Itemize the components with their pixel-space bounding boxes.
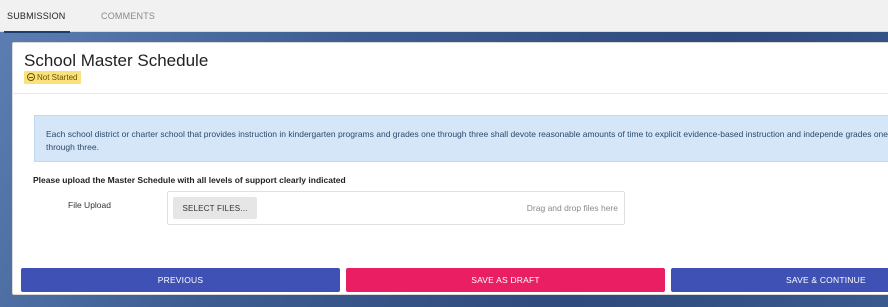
select-files-button[interactable]: SELECT FILES... bbox=[173, 197, 257, 219]
save-as-draft-button[interactable]: SAVE AS DRAFT bbox=[346, 268, 665, 292]
save-and-continue-button[interactable]: SAVE & CONTINUE bbox=[671, 268, 888, 292]
tab-comments[interactable]: COMMENTS bbox=[101, 0, 155, 32]
drop-hint: Drag and drop files here bbox=[526, 203, 618, 213]
tab-submission[interactable]: SUBMISSION bbox=[4, 0, 70, 33]
tab-bar: SUBMISSION COMMENTS bbox=[0, 0, 888, 33]
submission-card: School Master Schedule Not Started Each … bbox=[12, 42, 888, 295]
info-text: Each school district or charter school t… bbox=[46, 129, 888, 152]
upload-heading: Please upload the Master Schedule with a… bbox=[33, 175, 346, 185]
file-dropzone[interactable]: SELECT FILES... Drag and drop files here bbox=[167, 191, 625, 225]
header-divider bbox=[13, 93, 888, 94]
status-text: Not Started bbox=[37, 73, 78, 82]
file-upload-label: File Upload bbox=[68, 200, 111, 210]
previous-button[interactable]: PREVIOUS bbox=[21, 268, 340, 292]
minus-circle-icon bbox=[27, 73, 35, 81]
status-badge: Not Started bbox=[24, 71, 82, 84]
page-title: School Master Schedule bbox=[24, 51, 209, 70]
info-box: Each school district or charter school t… bbox=[34, 115, 888, 162]
